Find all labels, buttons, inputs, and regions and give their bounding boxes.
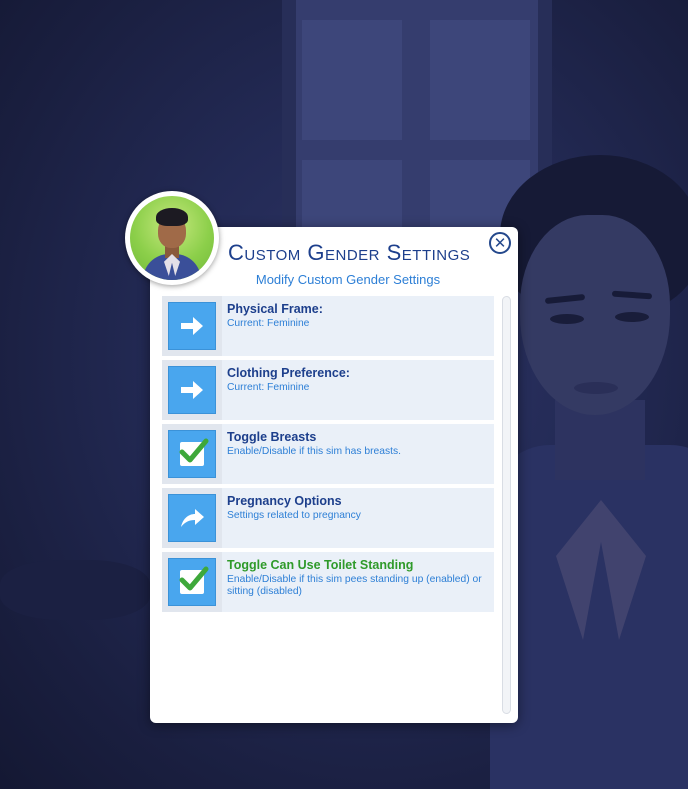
checkbox (179, 566, 209, 594)
item-label: Toggle Can Use Toilet Standing (227, 558, 414, 572)
item-label: Physical Frame: (227, 302, 323, 316)
curved-arrow-icon (168, 494, 216, 542)
icon-box (162, 360, 222, 420)
item-description: Settings related to pregnancy (227, 510, 361, 521)
checkbox (179, 438, 209, 466)
sim-eye (615, 312, 649, 322)
icon-box (162, 296, 222, 356)
close-button[interactable]: ✕ (489, 232, 511, 254)
window-pane (302, 160, 402, 230)
sim-lips (574, 382, 618, 394)
icon-box (162, 488, 222, 548)
item-label: Pregnancy Options (227, 494, 342, 508)
background-furniture (0, 560, 150, 620)
sim-portrait (125, 191, 219, 285)
sim-body (490, 445, 688, 789)
dialog-title: Custom Gender Settings (228, 240, 471, 265)
window-pane (302, 20, 402, 140)
item-description: Enable/Disable if this sim pees standing… (227, 574, 482, 597)
scrollbar[interactable] (502, 296, 511, 714)
list-item-toggle-toilet-standing[interactable]: Toggle Can Use Toilet Standing Enable/Di… (162, 552, 494, 612)
item-label: Toggle Breasts (227, 430, 317, 444)
settings-list: Physical Frame: Current: Feminine Clothi… (162, 296, 496, 616)
checkbox-checked-icon (168, 558, 216, 606)
item-description: Current: Feminine (227, 382, 310, 393)
close-icon: ✕ (493, 233, 507, 252)
list-item-clothing-preference[interactable]: Clothing Preference: Current: Feminine (162, 360, 494, 420)
avatar-hair (156, 208, 188, 226)
item-description: Enable/Disable if this sim has breasts. (227, 446, 401, 457)
avatar (130, 196, 214, 280)
icon-box (162, 424, 222, 484)
arrow-right-icon (168, 302, 216, 350)
list-item-pregnancy-options[interactable]: Pregnancy Options Settings related to pr… (162, 488, 494, 548)
window-pane (430, 20, 530, 140)
arrow-right-icon (168, 366, 216, 414)
item-label: Clothing Preference: (227, 366, 350, 380)
list-item-toggle-breasts[interactable]: Toggle Breasts Enable/Disable if this si… (162, 424, 494, 484)
dialog-subtitle: Modify Custom Gender Settings (255, 272, 441, 287)
item-description: Current: Feminine (227, 318, 310, 329)
icon-box (162, 552, 222, 612)
sim-eye (550, 314, 584, 324)
checkbox-checked-icon (168, 430, 216, 478)
list-item-physical-frame[interactable]: Physical Frame: Current: Feminine (162, 296, 494, 356)
